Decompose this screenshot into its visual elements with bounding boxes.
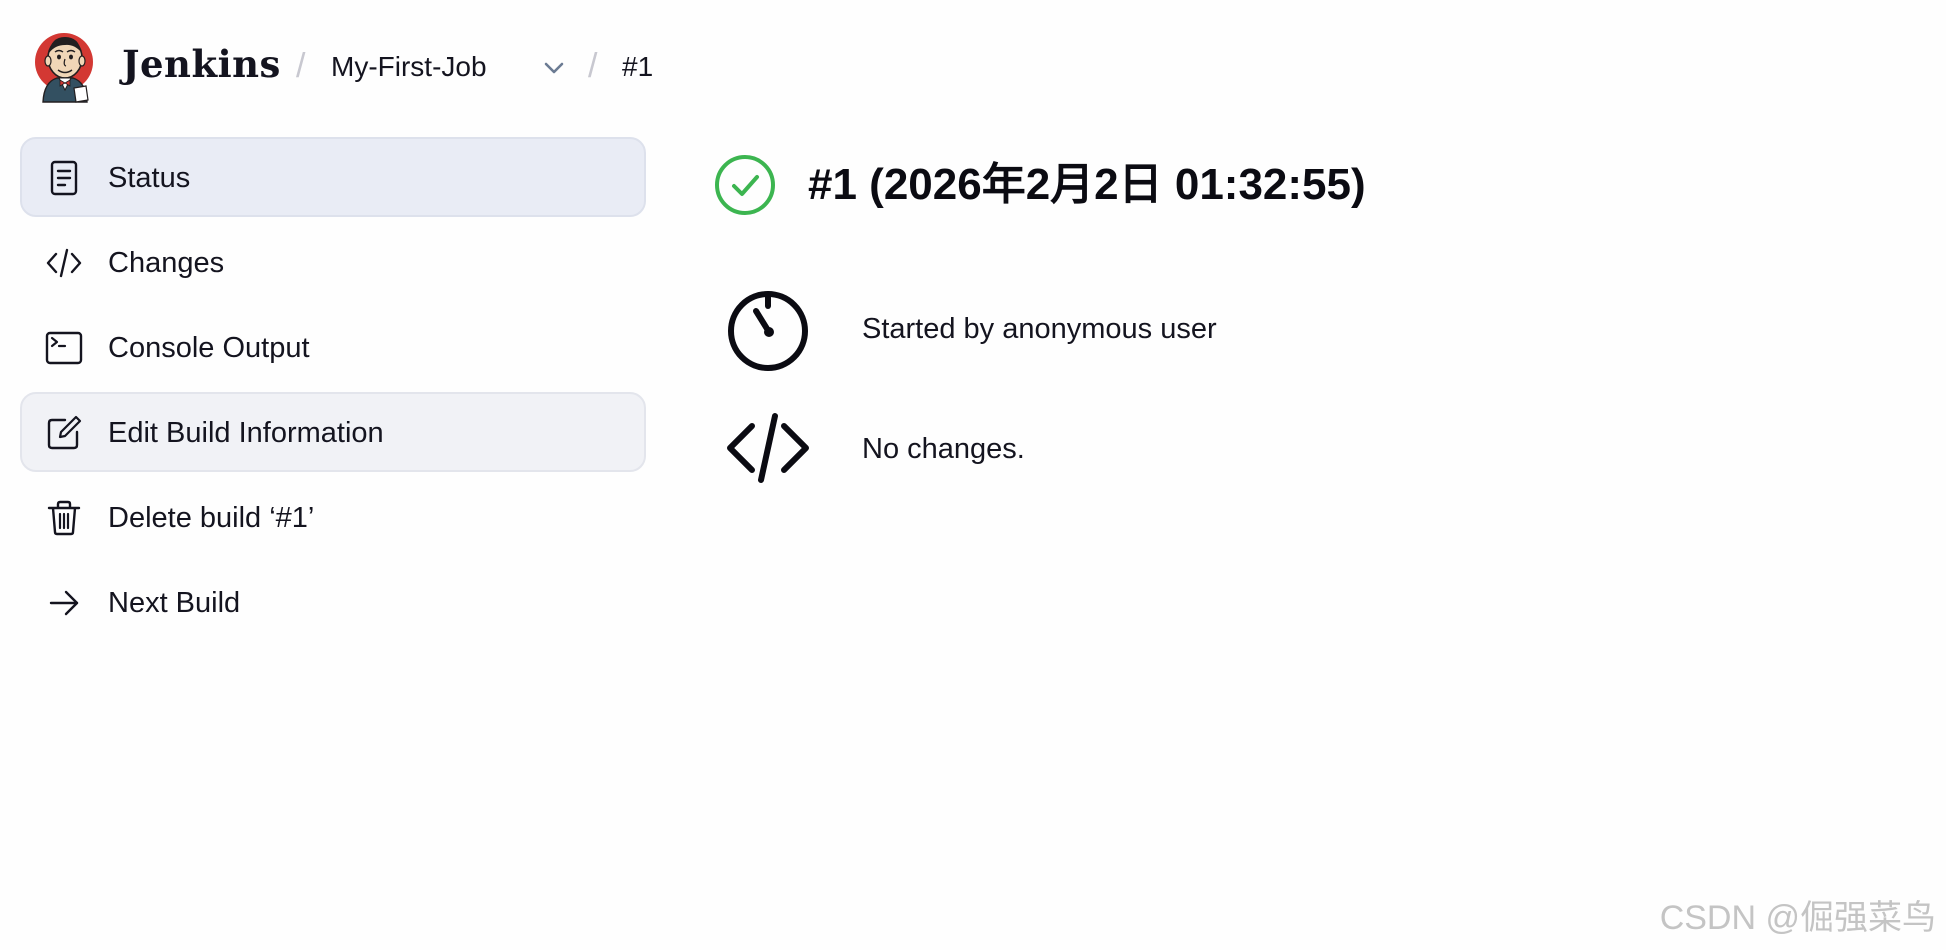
breadcrumb-separator: /: [296, 47, 306, 85]
document-icon: [50, 160, 78, 196]
breadcrumb-job[interactable]: My-First-Job: [331, 50, 487, 84]
sidebar-item-console-output[interactable]: Console Output: [20, 307, 646, 387]
watermark: CSDN @倔强菜鸟: [1659, 899, 1936, 937]
breadcrumb-separator: /: [588, 47, 598, 85]
code-icon: [727, 413, 809, 483]
sidebar-item-delete-build[interactable]: Delete build ‘#1’: [20, 477, 646, 557]
sidebar-item-next-build[interactable]: Next Build: [20, 562, 646, 642]
sidebar-item-edit-build-information[interactable]: Edit Build Information: [20, 392, 646, 472]
build-cause-row: Started by anonymous user: [700, 280, 1800, 376]
sidebar-item-status[interactable]: Status: [20, 137, 646, 217]
sidebar-item-changes[interactable]: Changes: [20, 222, 646, 302]
page-title: #1 (2026年2月2日 01:32:55): [808, 160, 1366, 209]
build-page: Jenkins / My-First-Job / #1 Status Chang…: [0, 0, 1946, 950]
sidebar-item-label: Edit Build Information: [108, 417, 384, 449]
jenkins-brand-link[interactable]: Jenkins: [122, 42, 281, 86]
changes-row: No changes.: [700, 400, 1800, 496]
sidebar: Status Changes Console Output Edit Build…: [20, 137, 646, 647]
sidebar-item-label: Delete build ‘#1’: [108, 502, 315, 534]
build-cause-text: Started by anonymous user: [862, 313, 1217, 345]
jenkins-logo-icon[interactable]: [34, 28, 96, 104]
breadcrumb-build[interactable]: #1: [622, 50, 653, 84]
terminal-icon: [45, 331, 83, 365]
trash-icon: [47, 500, 81, 536]
success-check-icon: [715, 155, 775, 215]
timer-icon: [728, 291, 808, 371]
header: Jenkins / My-First-Job / #1: [0, 0, 1946, 130]
chevron-down-icon[interactable]: [540, 54, 568, 82]
sidebar-item-label: Next Build: [108, 587, 241, 619]
code-icon: [46, 248, 82, 278]
sidebar-item-label: Console Output: [108, 332, 310, 364]
sidebar-item-label: Status: [108, 162, 191, 194]
arrow-right-icon: [49, 590, 79, 616]
edit-icon: [47, 415, 82, 450]
changes-text: No changes.: [862, 433, 1025, 465]
sidebar-item-label: Changes: [108, 247, 225, 279]
